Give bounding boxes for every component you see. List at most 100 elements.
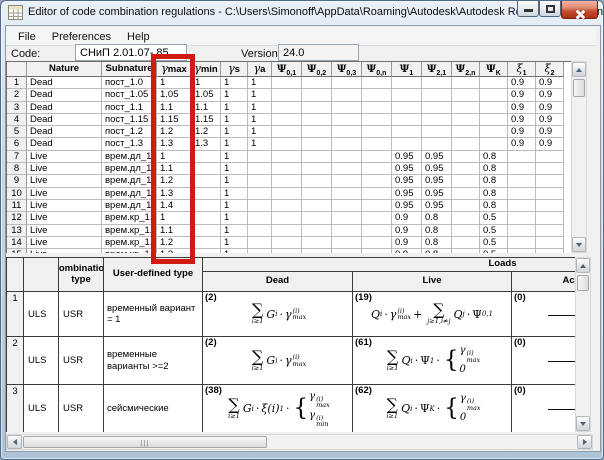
cell-psi-0-3[interactable] — [332, 101, 362, 114]
cell-gamma-s[interactable]: 1 — [221, 113, 248, 127]
cell-psi-2-n[interactable] — [452, 249, 480, 253]
cell-psi-k[interactable] — [480, 113, 508, 127]
cell-gamma-a[interactable] — [248, 199, 272, 213]
cell-combination-type[interactable]: USR — [59, 385, 104, 432]
cell-gamma-a[interactable] — [248, 224, 272, 237]
cell-xi-1[interactable] — [508, 175, 536, 188]
cell-psi-0-1[interactable] — [272, 175, 302, 188]
cell-subnature[interactable]: врем.кр_1.3 ( — [102, 249, 157, 253]
cell-gamma-s[interactable]: 1 — [221, 236, 248, 250]
cell-psi-0-n[interactable] — [362, 249, 392, 253]
cell-psi-k[interactable]: 0.5 — [480, 212, 508, 225]
cell-gamma-a[interactable] — [248, 249, 272, 253]
cell-subnature[interactable]: пост_1.15 — [102, 113, 157, 127]
cell-subnature[interactable]: врем.кр_1.1 ( — [102, 224, 157, 237]
cell-gamma-min[interactable] — [192, 199, 221, 213]
cell-psi-0-n[interactable] — [362, 101, 392, 114]
row-number[interactable]: 9 — [7, 175, 27, 188]
cell-psi-k[interactable] — [480, 138, 508, 151]
cell-xi-1[interactable]: 0.9 — [508, 126, 536, 139]
cell-formula-dead[interactable]: (2) ∑ i≥1 Gi · γ (i) max — [203, 337, 353, 385]
cell-psi-0-1[interactable] — [272, 236, 302, 250]
row-number[interactable]: 10 — [7, 187, 27, 200]
cell-psi-0-1[interactable] — [272, 113, 302, 127]
cell-psi-0-3[interactable] — [332, 150, 362, 164]
cell-subnature[interactable]: пост_1.0 — [102, 77, 157, 90]
cell-xi-2[interactable] — [536, 150, 564, 164]
col-header-psi-0-2[interactable]: Ψ0,2 — [302, 62, 332, 77]
cell-xi-1[interactable] — [508, 187, 536, 200]
cell-psi-2-1[interactable]: 0.95 — [422, 175, 452, 188]
cell-xi-2[interactable] — [536, 187, 564, 200]
scroll-thumb[interactable] — [577, 275, 589, 291]
cell-xi-2[interactable] — [536, 175, 564, 188]
cell-gamma-a[interactable] — [248, 163, 272, 176]
cell-gamma-a[interactable]: 1 — [248, 126, 272, 139]
cell-psi-k[interactable] — [480, 89, 508, 102]
row-number[interactable]: 5 — [7, 126, 27, 139]
cell-gamma-s[interactable]: 1 — [221, 138, 248, 151]
cell-limit-state[interactable]: ULS — [24, 385, 59, 432]
cell-psi-0-n[interactable] — [362, 77, 392, 90]
cell-formula-ac[interactable]: (0) — [512, 385, 575, 432]
row-number[interactable]: 12 — [7, 212, 27, 225]
cell-psi-0-n[interactable] — [362, 113, 392, 127]
col-header-psi-2-1[interactable]: Ψ2,1 — [422, 62, 452, 77]
cell-nature[interactable]: Live — [27, 199, 102, 213]
cell-gamma-s[interactable]: 1 — [221, 249, 248, 253]
cell-subnature[interactable]: пост_1.1 — [102, 101, 157, 114]
cell-xi-2[interactable] — [536, 236, 564, 250]
cell-gamma-s[interactable]: 1 — [221, 101, 248, 114]
cell-xi-2[interactable]: 0.9 — [536, 89, 564, 102]
cell-psi-2-n[interactable] — [452, 236, 480, 250]
col-header-psi-0-3[interactable]: Ψ0,3 — [332, 62, 362, 77]
cell-psi-1[interactable]: 0.9 — [392, 212, 422, 225]
cell-psi-2-1[interactable] — [422, 77, 452, 90]
cell-psi-0-2[interactable] — [302, 212, 332, 225]
cell-psi-1[interactable] — [392, 126, 422, 139]
cell-gamma-a[interactable] — [248, 212, 272, 225]
cell-xi-2[interactable]: 0.9 — [536, 101, 564, 114]
cell-psi-0-3[interactable] — [332, 199, 362, 213]
cell-subnature[interactable]: пост_1.05 — [102, 89, 157, 102]
scroll-left-button[interactable] — [7, 435, 22, 449]
cell-psi-0-n[interactable] — [362, 187, 392, 200]
cell-psi-2-n[interactable] — [452, 224, 480, 237]
cell-psi-0-3[interactable] — [332, 89, 362, 102]
cell-formula-live[interactable]: (61) ∑ i≥1 Qi · Ψ 1 ·{γ (i) max 0 — [353, 337, 512, 385]
cell-psi-0-2[interactable] — [302, 199, 332, 213]
cell-psi-2-1[interactable] — [422, 89, 452, 102]
cell-psi-0-1[interactable] — [272, 163, 302, 176]
cell-psi-1[interactable]: 0.95 — [392, 175, 422, 188]
cell-gamma-s[interactable]: 1 — [221, 77, 248, 90]
version-input[interactable]: 24.0 — [278, 44, 359, 61]
cell-nature[interactable]: Live — [27, 236, 102, 250]
row-number[interactable]: 13 — [7, 224, 27, 237]
scroll-thumb[interactable] — [23, 436, 267, 448]
cell-nature[interactable]: Dead — [27, 113, 102, 127]
cell-gamma-a[interactable]: 1 — [248, 113, 272, 127]
cell-psi-0-3[interactable] — [332, 77, 362, 90]
row-number[interactable]: 14 — [7, 236, 27, 250]
cell-psi-0-2[interactable] — [302, 113, 332, 127]
cell-psi-2-1[interactable]: 0.8 — [422, 224, 452, 237]
cell-xi-2[interactable]: 0.9 — [536, 113, 564, 127]
scroll-down-button[interactable] — [572, 237, 586, 252]
cell-nature[interactable]: Dead — [27, 101, 102, 114]
row-number[interactable]: 4 — [7, 113, 27, 127]
cell-xi-1[interactable]: 0.9 — [508, 138, 536, 151]
cell-psi-0-3[interactable] — [332, 212, 362, 225]
cell-psi-k[interactable] — [480, 101, 508, 114]
cell-psi-2-1[interactable]: 0.8 — [422, 236, 452, 250]
col-header-gamma-min[interactable]: γmin — [192, 62, 221, 77]
col-header-subnature[interactable]: Subnature — [102, 62, 157, 77]
row-number[interactable]: 2 — [7, 337, 24, 385]
cell-psi-0-2[interactable] — [302, 150, 332, 164]
cell-xi-2[interactable] — [536, 212, 564, 225]
cell-psi-0-2[interactable] — [302, 126, 332, 139]
cell-user-defined-type[interactable]: сейсмические — [104, 385, 203, 432]
cell-psi-0-2[interactable] — [302, 77, 332, 90]
cell-gamma-s[interactable]: 1 — [221, 199, 248, 213]
cell-psi-2-n[interactable] — [452, 89, 480, 102]
row-number[interactable]: 1 — [7, 77, 27, 90]
